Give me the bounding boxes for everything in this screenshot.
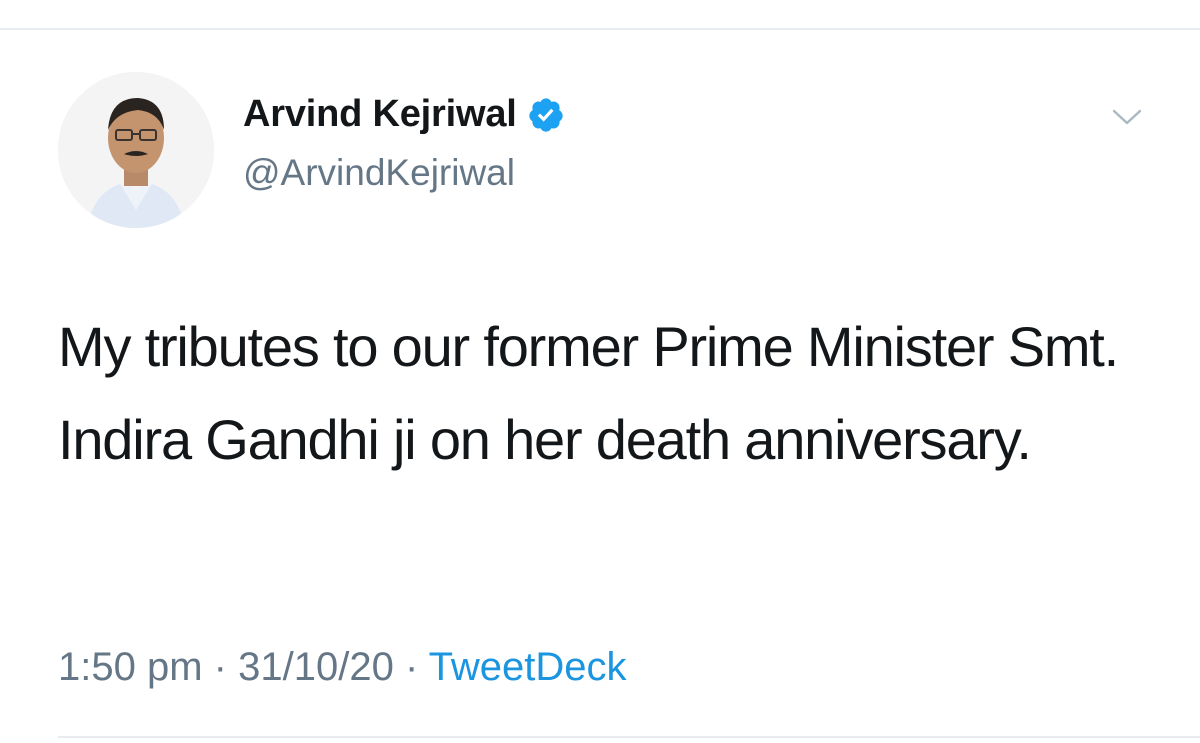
author-handle[interactable]: @ArvindKejriwal [243,152,515,194]
author-name-row[interactable]: Arvind Kejriwal [243,93,565,136]
avatar[interactable] [58,72,214,228]
verified-badge-icon [527,96,565,134]
tweet-meta: 1:50 pm · 31/10/20 · TweetDeck [58,645,627,690]
tweet-text: My tributes to our former Prime Minister… [58,315,1119,471]
meta-separator: · [404,645,419,689]
author-display-name[interactable]: Arvind Kejriwal [243,93,517,136]
chevron-down-icon[interactable] [1110,100,1144,134]
meta-separator: · [213,645,227,689]
tweet-source-link[interactable]: TweetDeck [429,645,627,689]
tweet-time[interactable]: 1:50 pm [58,645,203,689]
top-divider [0,28,1200,30]
tweet-date[interactable]: 31/10/20 [238,645,394,689]
bottom-divider [58,736,1200,738]
